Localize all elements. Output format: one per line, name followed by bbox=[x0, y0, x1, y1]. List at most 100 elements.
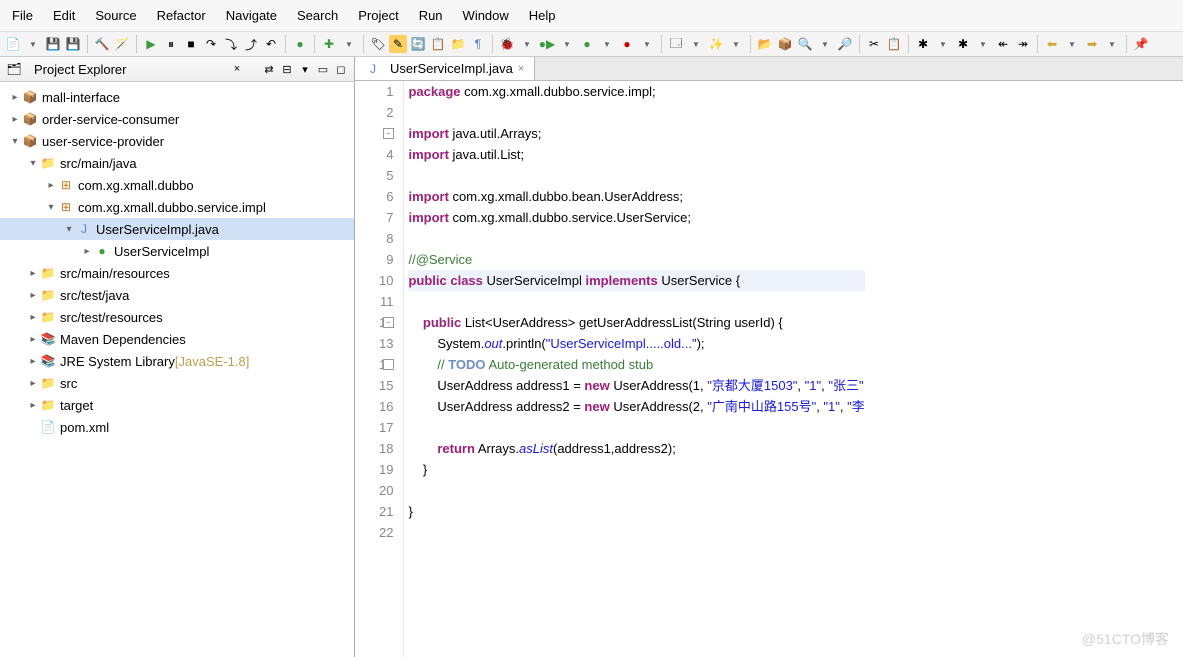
twisty-icon[interactable]: ▸ bbox=[26, 334, 40, 345]
dropdown-icon[interactable]: ▼ bbox=[816, 35, 834, 53]
dropdown-icon[interactable]: ▼ bbox=[727, 35, 745, 53]
tree-item[interactable]: ▸📁src/test/resources bbox=[0, 306, 354, 328]
dropdown-icon[interactable]: ▼ bbox=[518, 35, 536, 53]
code-line[interactable]: return Arrays.asList(address1,address2); bbox=[408, 438, 864, 459]
collapse-all-icon[interactable]: ⊟ bbox=[280, 62, 294, 76]
step-over-icon[interactable]: ⤵ bbox=[222, 35, 240, 53]
twisty-icon[interactable]: ▸ bbox=[8, 92, 22, 103]
dropdown-icon[interactable]: ▼ bbox=[1063, 35, 1081, 53]
prev-annotation-icon[interactable]: ↞ bbox=[994, 35, 1012, 53]
code-area[interactable]: package com.xg.xmall.dubbo.service.impl;… bbox=[404, 81, 868, 657]
menu-project[interactable]: Project bbox=[348, 4, 408, 27]
twisty-icon[interactable]: ▸ bbox=[44, 180, 58, 191]
menu-search[interactable]: Search bbox=[287, 4, 348, 27]
view-menu-icon[interactable]: ▾ bbox=[298, 62, 312, 76]
twisty-icon[interactable]: ▸ bbox=[8, 114, 22, 125]
twisty-icon[interactable]: ▸ bbox=[26, 268, 40, 279]
tree-item[interactable]: ▸⊞com.xg.xmall.dubbo bbox=[0, 174, 354, 196]
fold-icon[interactable] bbox=[383, 359, 394, 370]
twisty-icon[interactable]: ▾ bbox=[26, 158, 40, 169]
paragraph-icon[interactable]: ¶ bbox=[469, 35, 487, 53]
server-icon[interactable]: 🗔 bbox=[667, 35, 685, 53]
twisty-icon[interactable]: ▸ bbox=[80, 246, 94, 257]
code-line[interactable]: import com.xg.xmall.dubbo.service.UserSe… bbox=[408, 207, 864, 228]
dropdown-icon[interactable]: ▼ bbox=[1103, 35, 1121, 53]
wand-icon[interactable]: 🪄 bbox=[113, 35, 131, 53]
editor-tab[interactable]: J UserServiceImpl.java × bbox=[355, 57, 535, 80]
code-line[interactable]: package com.xg.xmall.dubbo.service.impl; bbox=[408, 81, 864, 102]
next-annotation-icon[interactable]: ↠ bbox=[1014, 35, 1032, 53]
folder-icon[interactable]: 📁 bbox=[449, 35, 467, 53]
tree-item[interactable]: ▸📁src/test/java bbox=[0, 284, 354, 306]
twisty-icon[interactable]: ▾ bbox=[62, 224, 76, 235]
highlight-icon[interactable]: ✎ bbox=[389, 35, 407, 53]
code-line[interactable]: UserAddress address2 = new UserAddress(2… bbox=[408, 396, 864, 417]
twisty-icon[interactable]: ▾ bbox=[44, 202, 58, 213]
bug-icon[interactable]: 🐞 bbox=[498, 35, 516, 53]
code-line[interactable]: public List<UserAddress> getUserAddressL… bbox=[408, 312, 864, 333]
run-last-icon[interactable]: ● bbox=[618, 35, 636, 53]
tree-item[interactable]: ▾⊞com.xg.xmall.dubbo.service.impl bbox=[0, 196, 354, 218]
save-all-icon[interactable]: 💾 bbox=[64, 35, 82, 53]
dropdown-icon[interactable]: ▼ bbox=[974, 35, 992, 53]
debug-icon[interactable]: ▶ bbox=[142, 35, 160, 53]
code-line[interactable]: public class UserServiceImpl implements … bbox=[408, 270, 864, 291]
project-tree[interactable]: ▸📦mall-interface▸📦order-service-consumer… bbox=[0, 82, 354, 657]
tree-item[interactable]: ▾📁src/main/java bbox=[0, 152, 354, 174]
step-return-icon[interactable]: ↶ bbox=[262, 35, 280, 53]
menu-edit[interactable]: Edit bbox=[43, 4, 85, 27]
minimize-icon[interactable]: ▭ bbox=[316, 62, 330, 76]
dropdown-icon[interactable]: ▼ bbox=[340, 35, 358, 53]
tree-item[interactable]: ▸📦mall-interface bbox=[0, 86, 354, 108]
fold-icon[interactable]: - bbox=[383, 317, 394, 328]
code-line[interactable]: System.out.println("UserServiceImpl.....… bbox=[408, 333, 864, 354]
new-wizard-icon[interactable]: ✨ bbox=[707, 35, 725, 53]
pause-icon[interactable]: ⏸ bbox=[162, 35, 180, 53]
twisty-icon[interactable]: ▸ bbox=[26, 290, 40, 301]
step-icon[interactable]: ↷ bbox=[202, 35, 220, 53]
menu-refactor[interactable]: Refactor bbox=[147, 4, 216, 27]
code-line[interactable] bbox=[408, 480, 864, 501]
menu-run[interactable]: Run bbox=[409, 4, 453, 27]
step-into-icon[interactable]: ⤴ bbox=[242, 35, 260, 53]
dropdown-icon[interactable]: ▼ bbox=[558, 35, 576, 53]
save-icon[interactable]: 💾 bbox=[44, 35, 62, 53]
dropdown-icon[interactable]: ▼ bbox=[687, 35, 705, 53]
menu-navigate[interactable]: Navigate bbox=[216, 4, 287, 27]
open-folder-icon[interactable]: 📂 bbox=[756, 35, 774, 53]
tree-item[interactable]: ▸📚Maven Dependencies bbox=[0, 328, 354, 350]
nav-next-icon[interactable]: ✱ bbox=[954, 35, 972, 53]
package-open-icon[interactable]: 📦 bbox=[776, 35, 794, 53]
code-line[interactable] bbox=[408, 291, 864, 312]
code-line[interactable] bbox=[408, 165, 864, 186]
fold-icon[interactable]: - bbox=[383, 128, 394, 139]
refresh-icon[interactable]: 🔄 bbox=[409, 35, 427, 53]
code-line[interactable]: } bbox=[408, 459, 864, 480]
code-line[interactable]: UserAddress address1 = new UserAddress(1… bbox=[408, 375, 864, 396]
link-icon[interactable]: ⇄ bbox=[262, 62, 276, 76]
code-line[interactable]: // TODO Auto-generated method stub bbox=[408, 354, 864, 375]
tree-item[interactable]: ▸📦order-service-consumer bbox=[0, 108, 354, 130]
tag-icon[interactable]: 🏷 bbox=[369, 35, 387, 53]
twisty-icon[interactable]: ▸ bbox=[26, 356, 40, 367]
coverage-icon[interactable]: ● bbox=[578, 35, 596, 53]
tree-item[interactable]: ▸📁src/main/resources bbox=[0, 262, 354, 284]
forward-icon[interactable]: ➡ bbox=[1083, 35, 1101, 53]
code-line[interactable] bbox=[408, 228, 864, 249]
tree-item[interactable]: ▾📦user-service-provider bbox=[0, 130, 354, 152]
tool-icon[interactable]: 📋 bbox=[429, 35, 447, 53]
type-icon[interactable]: 🔍 bbox=[796, 35, 814, 53]
twisty-icon[interactable]: ▸ bbox=[26, 378, 40, 389]
back-icon[interactable]: ⬅ bbox=[1043, 35, 1061, 53]
tree-item[interactable]: ▸📁target bbox=[0, 394, 354, 416]
tree-item[interactable]: ▾JUserServiceImpl.java bbox=[0, 218, 354, 240]
twisty-icon[interactable]: ▸ bbox=[26, 400, 40, 411]
maximize-icon[interactable]: ◻ bbox=[334, 62, 348, 76]
menu-window[interactable]: Window bbox=[453, 4, 519, 27]
tree-item[interactable]: ▸●UserServiceImpl bbox=[0, 240, 354, 262]
tree-item[interactable]: 📄pom.xml bbox=[0, 416, 354, 438]
new-icon[interactable]: 📄 bbox=[4, 35, 22, 53]
class-icon[interactable]: ● bbox=[291, 35, 309, 53]
close-icon[interactable]: × bbox=[230, 62, 244, 76]
menu-file[interactable]: File bbox=[2, 4, 43, 27]
